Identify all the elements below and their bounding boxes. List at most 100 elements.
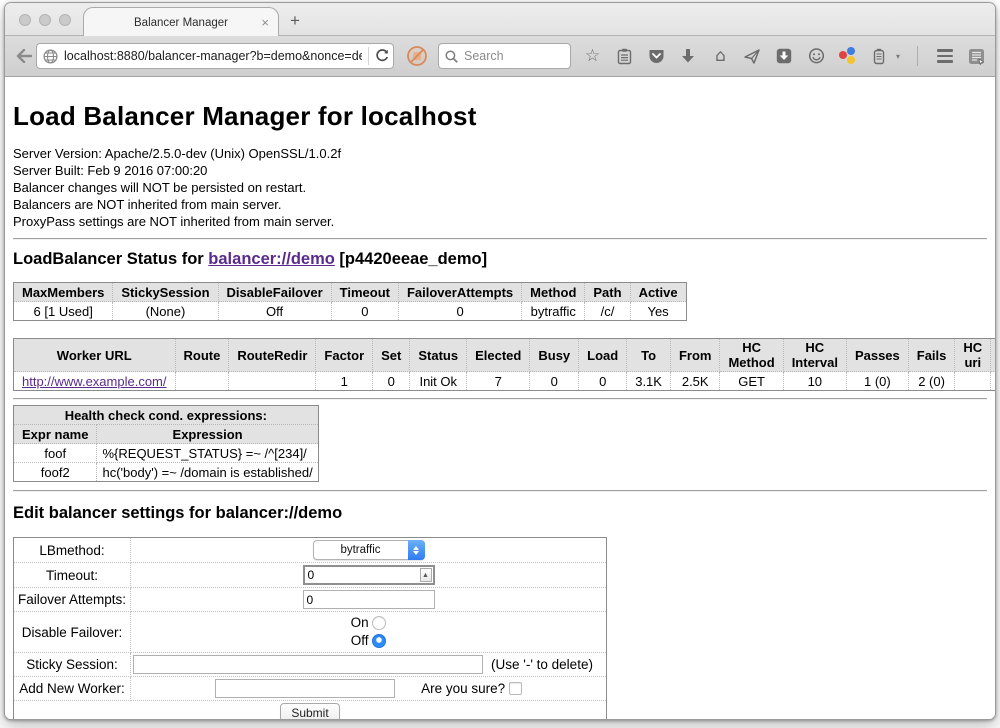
download-arrow-icon[interactable] — [679, 47, 698, 66]
status-heading: LoadBalancer Status for balancer://demo … — [13, 250, 987, 269]
url-bar[interactable] — [36, 43, 394, 69]
col-to: To — [627, 339, 671, 372]
clipboard-icon[interactable] — [615, 47, 634, 66]
cell-busy: 0 — [530, 372, 579, 391]
cell-failoverattempts: 0 — [398, 302, 521, 321]
sticky-session-note: (Use '-' to delete) — [491, 657, 593, 672]
col-fails: Fails — [908, 339, 955, 372]
balancer-header-row: MaxMembers StickySession DisableFailover… — [14, 283, 687, 302]
worker-status-table: Worker URL Route RouteRedir Factor Set S… — [13, 338, 995, 391]
home-icon[interactable]: ⌂ — [711, 47, 730, 66]
browser-window: Balancer Manager × + — [4, 2, 996, 720]
new-tab-button[interactable]: + — [290, 11, 300, 31]
lbmethod-selected-value: bytraffic — [314, 544, 408, 556]
hc-header-row: Expr name Expression — [14, 425, 319, 444]
col-expression: Expression — [97, 425, 318, 444]
balancer-data-row: 6 [1 Used] (None) Off 0 0 bytraffic /c/ … — [14, 302, 687, 321]
search-input[interactable] — [464, 49, 564, 63]
col-load: Load — [579, 339, 627, 372]
url-input[interactable] — [64, 49, 362, 63]
cell-expression: hc('body') =~ /domain is established/ — [97, 463, 318, 482]
server-built-line: Server Built: Feb 9 2016 07:00:20 — [13, 162, 987, 179]
search-icon — [445, 50, 458, 63]
cell-hc-method: GET — [720, 372, 783, 391]
disable-failover-label: Disable Failover: — [14, 612, 131, 653]
add-worker-label: Add New Worker: — [14, 677, 131, 701]
cell-active: Yes — [630, 302, 686, 321]
timeout-row: Timeout: 0 ▲ — [14, 563, 607, 588]
sticky-session-label: Sticky Session: — [14, 653, 131, 677]
grid-extension-icon[interactable] — [967, 47, 986, 66]
lbmethod-select[interactable]: bytraffic — [313, 540, 425, 560]
cell-hc-interval: 10 — [783, 372, 846, 391]
cell-set: 0 — [373, 372, 410, 391]
cell-expression: %{REQUEST_STATUS} =~ /^[234]/ — [97, 444, 318, 463]
col-active: Active — [630, 283, 686, 302]
edit-settings-heading: Edit balancer settings for balancer://de… — [13, 504, 987, 523]
section-divider — [13, 238, 987, 240]
lbmethod-label: LBmethod: — [14, 538, 131, 563]
add-worker-input[interactable] — [215, 679, 395, 698]
back-button[interactable] — [14, 43, 34, 69]
hc-row-foof: foof %{REQUEST_STATUS} =~ /^[234]/ — [14, 444, 319, 463]
col-passes: Passes — [846, 339, 908, 372]
cell-method: bytraffic — [522, 302, 585, 321]
worker-header-row: Worker URL Route RouteRedir Factor Set S… — [14, 339, 996, 372]
zoom-window-button[interactable] — [59, 14, 71, 26]
cell-load: 0 — [579, 372, 627, 391]
lbmethod-row: LBmethod: bytraffic — [14, 538, 607, 563]
navigation-toolbar: ☆ ⌂ ▾ — [5, 36, 995, 77]
balancer-status-table: MaxMembers StickySession DisableFailover… — [13, 282, 687, 321]
confirm-checkbox[interactable] — [509, 682, 522, 695]
tab-close-icon[interactable]: × — [261, 15, 269, 30]
timeout-input[interactable]: 0 ▲ — [303, 565, 435, 585]
balancer-demo-link[interactable]: balancer://demo — [208, 250, 335, 268]
disable-failover-on-radio[interactable] — [372, 616, 386, 630]
colored-dots-extension-icon[interactable] — [839, 47, 857, 65]
health-check-table: Health check cond. expressions: Expr nam… — [13, 405, 319, 482]
col-worker-url: Worker URL — [14, 339, 176, 372]
url-separator — [368, 47, 369, 65]
cell-maxmembers: 6 [1 Used] — [14, 302, 113, 321]
search-bar[interactable] — [438, 43, 571, 69]
close-window-button[interactable] — [19, 14, 31, 26]
col-stickysession: StickySession — [113, 283, 218, 302]
sticky-session-input[interactable] — [133, 655, 483, 674]
submit-button[interactable]: Submit — [280, 703, 339, 719]
col-busy: Busy — [530, 339, 579, 372]
cell-hc-expr: foof2 — [991, 372, 995, 391]
tab-balancer-manager[interactable]: Balancer Manager × — [83, 7, 279, 37]
col-from: From — [670, 339, 720, 372]
disable-failover-off-radio[interactable] — [372, 634, 386, 648]
page-content: Load Balancer Manager for localhost Serv… — [5, 79, 995, 719]
cell-disablefailover: Off — [218, 302, 331, 321]
col-status: Status — [410, 339, 467, 372]
send-plane-icon[interactable] — [743, 47, 762, 66]
reload-icon[interactable] — [375, 49, 389, 63]
chat-smiley-icon[interactable] — [807, 47, 826, 66]
bookmark-star-icon[interactable]: ☆ — [583, 47, 602, 66]
col-timeout: Timeout — [331, 283, 398, 302]
cell-factor: 1 — [316, 372, 373, 391]
failover-attempts-label: Failover Attempts: — [14, 588, 131, 612]
worker-url-link[interactable]: http://www.example.com/ — [22, 374, 167, 389]
download-panel-icon[interactable] — [775, 47, 794, 66]
battery-extension-icon[interactable] — [870, 47, 889, 66]
server-info: Server Version: Apache/2.5.0-dev (Unix) … — [13, 145, 987, 230]
number-stepper-icon[interactable]: ▲ — [420, 568, 432, 582]
col-route: Route — [175, 339, 229, 372]
proxypass-notice-line: ProxyPass settings are NOT inherited fro… — [13, 213, 987, 230]
col-method: Method — [522, 283, 585, 302]
cell-route — [175, 372, 229, 391]
chevron-down-icon[interactable]: ▾ — [896, 52, 900, 61]
cell-path: /c/ — [585, 302, 630, 321]
hc-row-foof2: foof2 hc('body') =~ /domain is establish… — [14, 463, 319, 482]
pocket-icon[interactable] — [647, 47, 666, 66]
submit-row: Submit — [14, 701, 607, 720]
failover-attempts-input[interactable] — [303, 590, 435, 609]
sticky-session-row: Sticky Session: (Use '-' to delete) — [14, 653, 607, 677]
minimize-window-button[interactable] — [39, 14, 51, 26]
cell-elected: 7 — [467, 372, 530, 391]
menu-hamburger-icon[interactable] — [935, 47, 954, 66]
blocked-content-icon[interactable] — [406, 45, 428, 67]
